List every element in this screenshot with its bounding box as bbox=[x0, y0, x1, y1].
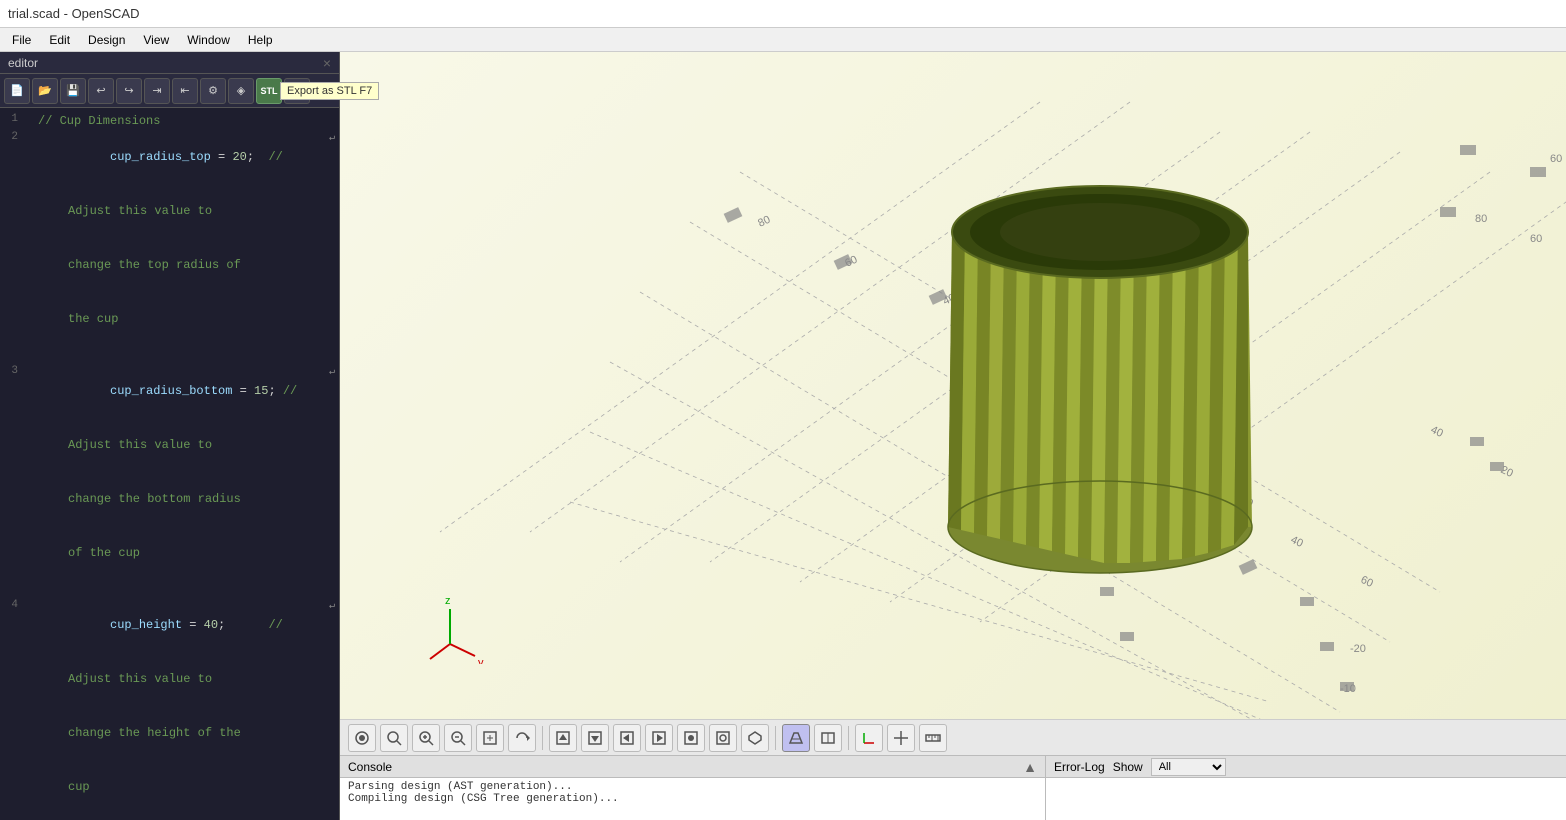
console-line-1: Parsing design (AST generation)... bbox=[348, 781, 1037, 793]
code-line-1: 1 // Cup Dimensions bbox=[0, 112, 339, 130]
error-title: Error-Log bbox=[1054, 760, 1105, 774]
editor-panel: editor × 📄 📂 💾 ↩ ↪ ⇥ ⇤ ⚙ ◈ STL ⬇ Export … bbox=[0, 52, 340, 820]
view-top-button[interactable] bbox=[549, 724, 577, 752]
redo-button[interactable]: ↪ bbox=[116, 78, 142, 104]
preview-button[interactable]: ⚙ bbox=[200, 78, 226, 104]
editor-title: editor bbox=[8, 56, 38, 70]
zoom-extents-button[interactable] bbox=[380, 724, 408, 752]
axis-indicator: x y z bbox=[420, 594, 500, 669]
viewport[interactable]: 80 60 40 20 20 40 60 40 20 80 bbox=[340, 52, 1566, 719]
bottom-panels: Console ▲ Parsing design (AST generation… bbox=[340, 755, 1566, 820]
console-header: Console ▲ bbox=[340, 756, 1045, 778]
reset-view-button[interactable] bbox=[348, 724, 376, 752]
undo-button[interactable]: ↩ bbox=[88, 78, 114, 104]
svg-text:x: x bbox=[425, 663, 431, 664]
console-close[interactable]: ▲ bbox=[1023, 760, 1037, 774]
console-line-2: Compiling design (CSG Tree generation)..… bbox=[348, 793, 1037, 805]
open-button[interactable]: 📂 bbox=[32, 78, 58, 104]
stl-tooltip: Export as STL F7 bbox=[280, 82, 379, 100]
menubar: File Edit Design View Window Help bbox=[0, 28, 1566, 52]
zoom-out-button[interactable] bbox=[444, 724, 472, 752]
main-layout: editor × 📄 📂 💾 ↩ ↪ ⇥ ⇤ ⚙ ◈ STL ⬇ Export … bbox=[0, 52, 1566, 820]
save-button[interactable]: 💾 bbox=[60, 78, 86, 104]
view-left-button[interactable] bbox=[613, 724, 641, 752]
error-panel: Error-Log Show All Warnings Errors bbox=[1046, 756, 1566, 820]
view-panel: 80 60 40 20 20 40 60 40 20 80 bbox=[340, 52, 1566, 820]
editor-header: editor × bbox=[0, 52, 339, 74]
menu-design[interactable]: Design bbox=[80, 31, 133, 49]
render-button[interactable]: ◈ bbox=[228, 78, 254, 104]
view-right-button[interactable] bbox=[645, 724, 673, 752]
show-select[interactable]: All Warnings Errors bbox=[1151, 758, 1226, 776]
ruler-button[interactable] bbox=[919, 724, 947, 752]
show-label: Show bbox=[1113, 760, 1143, 774]
view-diag-button[interactable] bbox=[741, 724, 769, 752]
menu-edit[interactable]: Edit bbox=[41, 31, 78, 49]
code-line-2: 2 cup_radius_top = 20; // Adjust this va… bbox=[0, 130, 339, 364]
console-title: Console bbox=[348, 760, 392, 774]
indent-in-button[interactable]: ⇥ bbox=[144, 78, 170, 104]
menu-window[interactable]: Window bbox=[179, 31, 238, 49]
menu-view[interactable]: View bbox=[135, 31, 177, 49]
zoom-in-button[interactable] bbox=[412, 724, 440, 752]
console-content: Parsing design (AST generation)... Compi… bbox=[340, 778, 1045, 820]
toolbar-sep-1 bbox=[542, 726, 543, 750]
view-bottom-button[interactable] bbox=[581, 724, 609, 752]
code-line-3: 3 cup_radius_bottom = 15; // Adjust this… bbox=[0, 364, 339, 598]
error-header: Error-Log Show All Warnings Errors bbox=[1046, 756, 1566, 778]
svg-text:y: y bbox=[478, 657, 484, 664]
rotate-button[interactable] bbox=[508, 724, 536, 752]
view-toolbar bbox=[340, 719, 1566, 755]
new-button[interactable]: 📄 bbox=[4, 78, 30, 104]
perspective-button[interactable] bbox=[782, 724, 810, 752]
cup-3d bbox=[720, 72, 1480, 592]
titlebar: trial.scad - OpenSCAD bbox=[0, 0, 1566, 28]
menu-help[interactable]: Help bbox=[240, 31, 281, 49]
axes-button[interactable] bbox=[855, 724, 883, 752]
export-stl-button[interactable]: STL bbox=[256, 78, 282, 104]
view-back-button[interactable] bbox=[709, 724, 737, 752]
toolbar-sep-3 bbox=[848, 726, 849, 750]
svg-text:-20: -20 bbox=[1350, 643, 1366, 655]
orthogonal-button[interactable] bbox=[814, 724, 842, 752]
indent-out-button[interactable]: ⇤ bbox=[172, 78, 198, 104]
menu-file[interactable]: File bbox=[4, 31, 39, 49]
crosshairs-button[interactable] bbox=[887, 724, 915, 752]
svg-text:60: 60 bbox=[1530, 233, 1542, 245]
view-front-button[interactable] bbox=[677, 724, 705, 752]
title-text: trial.scad - OpenSCAD bbox=[8, 6, 140, 21]
editor-close[interactable]: × bbox=[323, 56, 331, 70]
code-line-4: 4 cup_height = 40; // Adjust this value … bbox=[0, 598, 339, 820]
zoom-fit-button[interactable] bbox=[476, 724, 504, 752]
editor-toolbar: 📄 📂 💾 ↩ ↪ ⇥ ⇤ ⚙ ◈ STL ⬇ Export as STL F7 bbox=[0, 74, 339, 108]
svg-text:60: 60 bbox=[1550, 153, 1562, 165]
svg-text:-10: -10 bbox=[1340, 683, 1356, 695]
svg-text:z: z bbox=[445, 595, 451, 607]
error-content bbox=[1046, 778, 1566, 820]
code-editor[interactable]: 1 // Cup Dimensions 2 cup_radius_top = 2… bbox=[0, 108, 339, 820]
toolbar-sep-2 bbox=[775, 726, 776, 750]
console-panel: Console ▲ Parsing design (AST generation… bbox=[340, 756, 1046, 820]
